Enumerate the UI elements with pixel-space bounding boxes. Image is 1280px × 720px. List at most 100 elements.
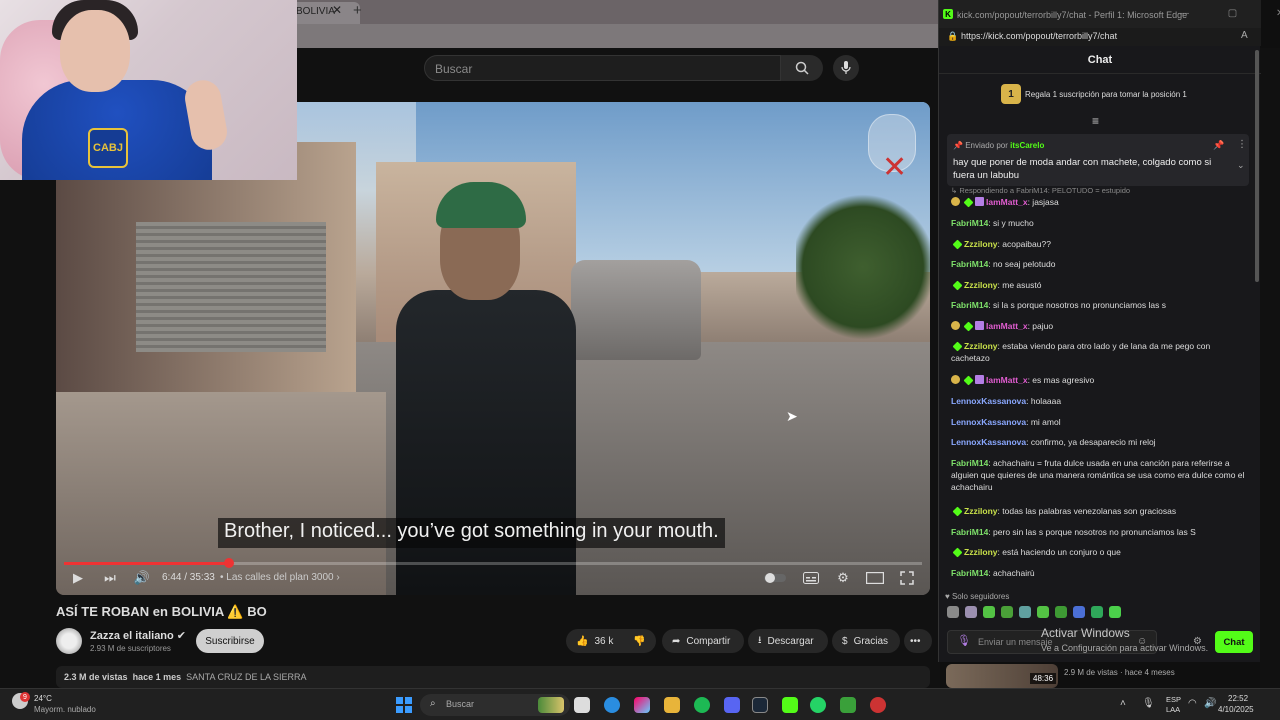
chat-username[interactable]: IamMatt_x [986, 375, 1028, 385]
kick-icon[interactable] [782, 697, 798, 713]
green-badge-icon[interactable] [963, 321, 974, 332]
emote-icon[interactable] [1073, 606, 1085, 618]
chapter-title[interactable]: • Las calles del plan 3000 › [220, 572, 340, 583]
filter-icon[interactable]: ≡ [1092, 114, 1099, 128]
chevron-down-icon[interactable]: ⌄ [1237, 160, 1245, 171]
input-language[interactable]: ESP [1166, 695, 1181, 704]
microphone-icon[interactable]: 🎙 [957, 634, 971, 647]
purple-badge-icon[interactable] [975, 321, 984, 330]
settings-gear-icon[interactable]: ⚙ [834, 570, 852, 586]
chat-username[interactable]: Zzzilony [964, 506, 998, 516]
chat-username[interactable]: Zzzilony [964, 341, 998, 351]
chat-send-button[interactable]: Chat [1215, 631, 1253, 653]
search-button[interactable] [781, 55, 823, 81]
location-tag[interactable]: SANTA CRUZ DE LA SIERRA [186, 672, 306, 682]
channel-name[interactable]: Zazza el italiano ✔ [90, 629, 186, 642]
emote-icon[interactable] [965, 606, 977, 618]
file-explorer-icon[interactable] [664, 697, 680, 713]
spotify-icon[interactable] [694, 697, 710, 713]
copilot-icon[interactable] [634, 697, 650, 713]
chat-username[interactable]: LennoxKassanova [951, 396, 1026, 406]
purple-badge-icon[interactable] [975, 197, 984, 206]
green-badge-icon[interactable] [952, 547, 963, 558]
emote-icon[interactable] [1037, 606, 1049, 618]
emote-icon[interactable] [1001, 606, 1013, 618]
wifi-icon[interactable]: ◠ [1188, 698, 1197, 709]
url-bar[interactable]: https://kick.com/popout/terrorbilly7/cha… [939, 28, 1261, 46]
emote-icon[interactable] [1055, 606, 1067, 618]
gold-badge-icon[interactable] [951, 375, 960, 384]
edge-icon[interactable] [604, 697, 620, 713]
green-badge-icon[interactable] [952, 341, 963, 352]
chat-username[interactable]: FabriM14 [951, 568, 988, 578]
chat-username[interactable]: IamMatt_x [986, 197, 1028, 207]
weather-temperature[interactable]: 24°C [34, 694, 52, 703]
discord-icon[interactable] [724, 697, 740, 713]
purple-badge-icon[interactable] [975, 375, 984, 384]
clock-date[interactable]: 4/10/2025 [1218, 705, 1254, 714]
new-tab-button[interactable]: + [353, 2, 362, 19]
chevron-up-icon[interactable]: ˄ [1120, 698, 1126, 709]
search-input[interactable]: Buscar [424, 55, 781, 81]
fullscreen-icon[interactable] [898, 570, 916, 586]
weather-description[interactable]: Mayorm. nublado [34, 705, 96, 714]
chat-username[interactable]: FabriM14 [951, 259, 988, 269]
chat-username[interactable]: Zzzilony [964, 547, 998, 557]
clock-time[interactable]: 22:52 [1228, 694, 1248, 703]
whatsapp-icon[interactable] [810, 697, 826, 713]
channel-avatar[interactable] [56, 628, 82, 654]
chat-username[interactable]: Zzzilony [964, 239, 998, 249]
browser-tab[interactable]: BOLIVIA [290, 2, 360, 24]
chat-username[interactable]: FabriM14 [951, 527, 988, 537]
gift-sub-prompt[interactable]: Regala 1 suscripción para tomar la posic… [1025, 90, 1187, 99]
widget-icon[interactable] [538, 697, 564, 713]
green-badge-icon[interactable] [952, 506, 963, 517]
green-badge-icon[interactable] [952, 280, 963, 291]
chat-username[interactable]: LennoxKassanova [951, 437, 1026, 447]
pin-icon[interactable]: 📌 [1213, 140, 1224, 151]
page-scrollbar[interactable] [1260, 48, 1280, 688]
chat-username[interactable]: FabriM14 [951, 218, 988, 228]
voice-search-button[interactable] [833, 55, 859, 81]
more-actions-button[interactable]: ••• [904, 629, 932, 653]
window-controls[interactable]: — ▢ ✕ [1179, 8, 1280, 19]
pinned-username[interactable]: itsCarelo [1010, 141, 1044, 150]
volume-icon[interactable]: 🔊 [1204, 698, 1216, 709]
close-tab-icon[interactable]: ✕ [332, 3, 342, 17]
emote-icon[interactable] [1109, 606, 1121, 618]
gold-badge-icon[interactable] [951, 321, 960, 330]
start-button[interactable] [396, 697, 412, 713]
subscribe-button[interactable]: Suscribirse [196, 629, 264, 653]
gold-badge-icon[interactable] [951, 197, 960, 206]
more-vertical-icon[interactable]: ⋮ [1237, 139, 1247, 150]
dislike-icon[interactable]: 👎 [633, 636, 645, 647]
share-button[interactable]: ➦ Compartir [662, 629, 744, 653]
input-layout[interactable]: LAA [1166, 705, 1180, 714]
theater-mode-icon[interactable] [865, 570, 885, 586]
chat-username[interactable]: IamMatt_x [986, 321, 1028, 331]
next-icon[interactable]: ⏭ [102, 570, 118, 586]
autoplay-toggle[interactable] [764, 570, 786, 586]
app-icon[interactable] [870, 697, 886, 713]
emote-icon[interactable] [1019, 606, 1031, 618]
green-badge-icon[interactable] [952, 239, 963, 250]
captions-icon[interactable] [802, 570, 820, 586]
chat-username[interactable]: Zzzilony [964, 280, 998, 290]
chat-username[interactable]: FabriM14 [951, 300, 988, 310]
task-view-icon[interactable] [574, 697, 590, 713]
volume-icon[interactable]: 🔊 [133, 570, 151, 586]
app-icon[interactable] [840, 697, 856, 713]
steam-icon[interactable] [752, 697, 768, 713]
play-icon[interactable]: ▶ [70, 570, 86, 586]
like-icon[interactable]: 👍 [576, 636, 588, 647]
green-badge-icon[interactable] [963, 375, 974, 386]
chat-username[interactable]: LennoxKassanova [951, 417, 1026, 427]
microphone-icon[interactable]: 🎙 [1142, 698, 1155, 709]
emote-icon[interactable] [947, 606, 959, 618]
like-count[interactable]: 36 k [594, 636, 613, 647]
chat-scrollbar[interactable] [1255, 50, 1259, 282]
progress-scrubber[interactable] [224, 558, 234, 568]
thanks-button[interactable]: $ Gracias [832, 629, 900, 653]
chat-username[interactable]: FabriM14 [951, 458, 988, 468]
read-aloud-icon[interactable]: A [1241, 30, 1248, 41]
